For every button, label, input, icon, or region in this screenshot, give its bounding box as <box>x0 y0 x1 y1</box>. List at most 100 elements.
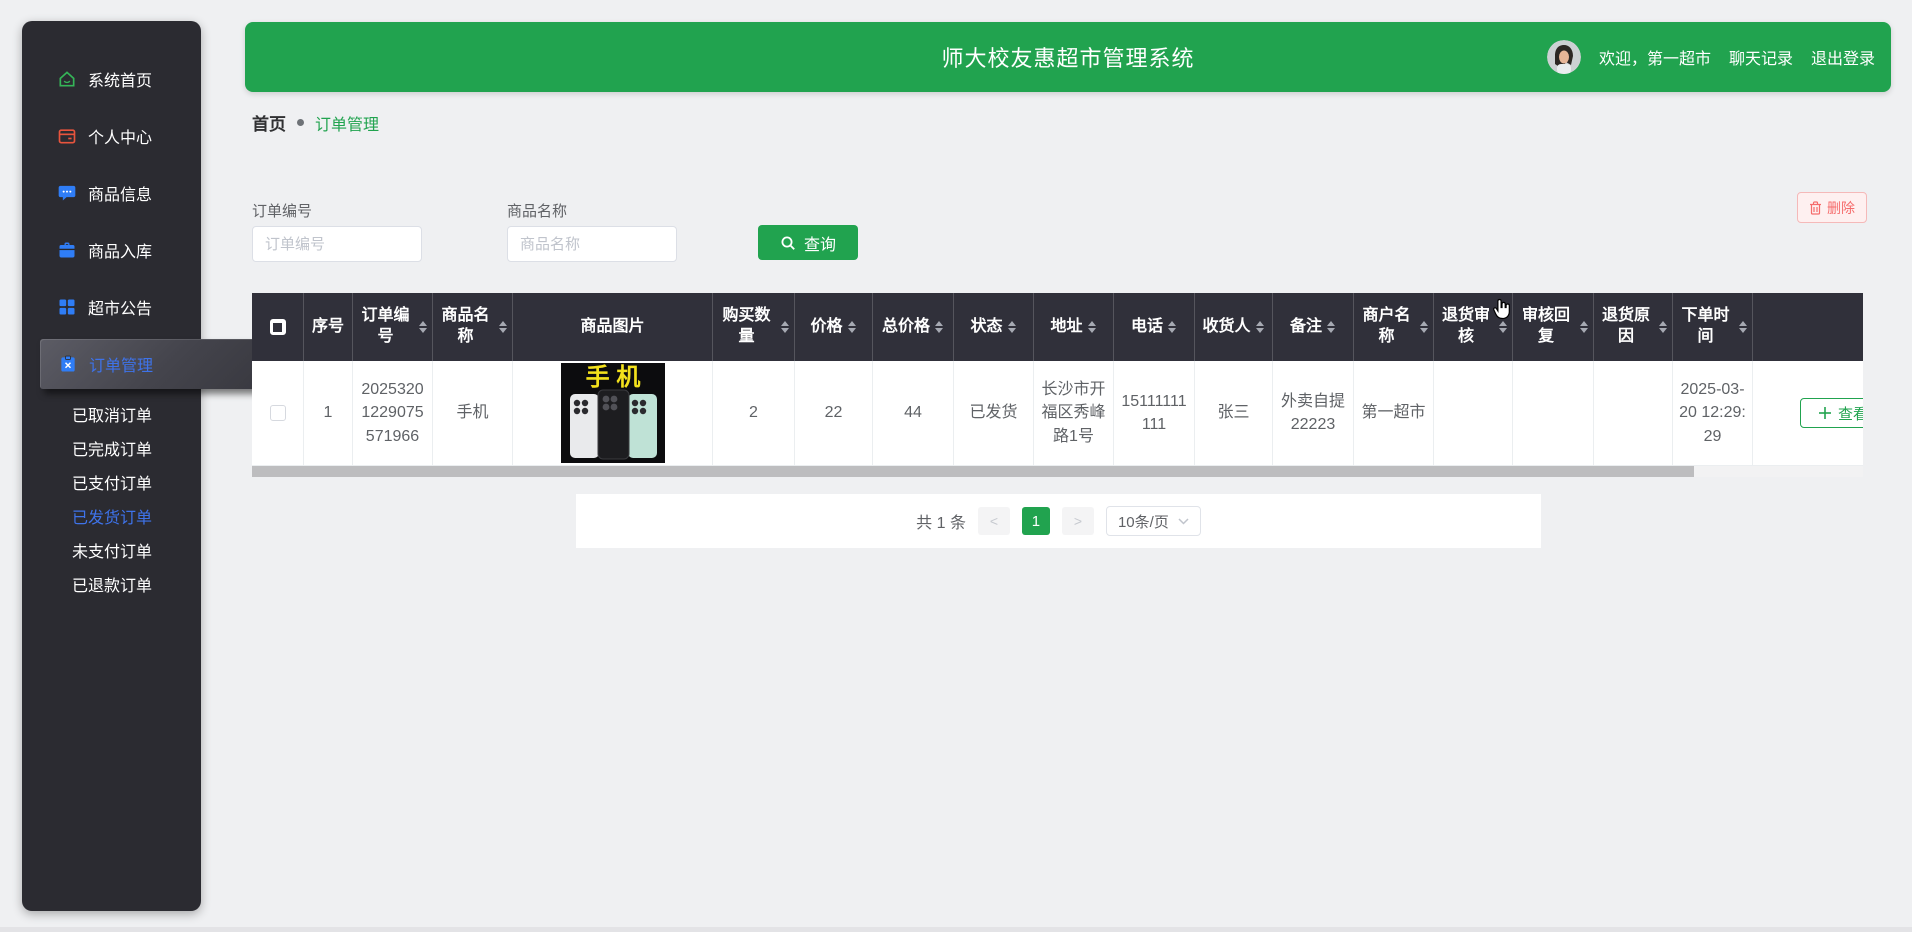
search-button-label: 查询 <box>804 231 836 255</box>
column-header-9[interactable]: 电话 <box>1114 293 1195 361</box>
column-header-6[interactable]: 总价格 <box>873 293 954 361</box>
column-label: 状态 <box>970 317 1002 338</box>
sort-caret-icon[interactable] <box>1739 321 1748 333</box>
logout-link[interactable]: 退出登录 <box>1811 45 1875 69</box>
sidebar-item-label: 订单管理 <box>89 352 153 376</box>
sort-caret-icon[interactable] <box>1499 321 1508 333</box>
column-label: 购买数量 <box>717 306 776 348</box>
sidebar-item-label: 商品入库 <box>88 238 152 262</box>
sort-caret-icon[interactable] <box>781 321 790 333</box>
sort-caret-icon[interactable] <box>1420 321 1429 333</box>
horizontal-scrollbar <box>252 466 1863 477</box>
sort-caret-icon[interactable] <box>419 321 428 333</box>
column-label: 地址 <box>1050 317 1082 338</box>
sidebar-item-product-info[interactable]: 商品信息 <box>22 164 201 221</box>
table-header-checkbox-cell <box>252 293 304 361</box>
page-1-button[interactable]: 1 <box>1022 507 1050 535</box>
column-header-4[interactable]: 购买数量 <box>713 293 795 361</box>
orders-submenu: 已取消订单已完成订单已支付订单已发货订单未支付订单已退款订单 <box>22 397 201 601</box>
sort-caret-icon[interactable] <box>1168 321 1177 333</box>
grid-icon <box>57 297 77 317</box>
cell-order-no: 20253201229075571966 <box>353 361 433 465</box>
submenu-item-refunded[interactable]: 已退款订单 <box>22 567 201 601</box>
header-right: 欢迎，第一超市 聊天记录 退出登录 <box>1547 22 1875 92</box>
column-label: 备注 <box>1290 317 1322 338</box>
select-all-checkbox[interactable] <box>270 319 286 335</box>
cell-product-name: 手机 <box>433 361 513 465</box>
page-size-value: 10条/页 <box>1118 511 1169 532</box>
view-button[interactable]: 查看 <box>1800 398 1863 428</box>
sort-caret-icon[interactable] <box>1659 321 1668 333</box>
cell-total-price: 44 <box>873 361 954 465</box>
sidebar-item-label: 系统首页 <box>88 67 152 91</box>
column-label: 订单编号 <box>357 306 414 348</box>
total-count-text: 共 1 条 <box>916 509 966 533</box>
column-header-8[interactable]: 地址 <box>1034 293 1114 361</box>
submenu-item-unpaid[interactable]: 未支付订单 <box>22 533 201 567</box>
column-header-12[interactable]: 商户名称 <box>1354 293 1434 361</box>
cell-receiver: 张三 <box>1195 361 1273 465</box>
column-header-7[interactable]: 状态 <box>954 293 1034 361</box>
column-header-15[interactable]: 退货原因 <box>1594 293 1673 361</box>
sidebar-item-home[interactable]: 系统首页 <box>22 50 201 107</box>
cell-phone: 15111111111 <box>1114 361 1195 465</box>
cell-address: 长沙市开福区秀峰路1号 <box>1034 361 1114 465</box>
cell-actions: 查看 <box>1753 361 1863 465</box>
submenu-item-shipped[interactable]: 已发货订单 <box>22 499 201 533</box>
horizontal-scrollbar-thumb[interactable] <box>252 466 1694 477</box>
cell-order-time: 2025-03-20 12:29:29 <box>1673 361 1753 465</box>
submenu-item-cancelled[interactable]: 已取消订单 <box>22 397 201 431</box>
column-header-1[interactable]: 订单编号 <box>353 293 433 361</box>
chat-history-link[interactable]: 聊天记录 <box>1729 45 1793 69</box>
sort-caret-icon[interactable] <box>499 321 508 333</box>
cell-product-image: 手 机 <box>513 361 713 465</box>
page-size-select[interactable]: 10条/页 <box>1106 506 1201 536</box>
sidebar-item-label: 个人中心 <box>88 124 152 148</box>
submenu-item-paid[interactable]: 已支付订单 <box>22 465 201 499</box>
column-label: 退货原因 <box>1598 306 1654 348</box>
column-header-actions <box>1753 293 1863 361</box>
product-image: 手 机 <box>561 363 665 463</box>
trash-icon <box>1809 201 1822 215</box>
product-name-input[interactable] <box>507 226 677 262</box>
column-label: 下单时间 <box>1677 306 1734 348</box>
sidebar-item-product-stock[interactable]: 商品入库 <box>22 221 201 278</box>
sort-caret-icon[interactable] <box>935 321 944 333</box>
column-header-14[interactable]: 审核回复 <box>1513 293 1594 361</box>
chevron-down-icon <box>1178 518 1189 525</box>
breadcrumb-home[interactable]: 首页 <box>252 110 286 135</box>
prev-page-button[interactable]: < <box>978 507 1010 535</box>
sidebar-item-orders[interactable]: 订单管理 <box>40 339 270 389</box>
column-header-10[interactable]: 收货人 <box>1195 293 1273 361</box>
row-checkbox[interactable] <box>270 405 286 421</box>
next-page-button[interactable]: > <box>1062 507 1094 535</box>
column-header-16[interactable]: 下单时间 <box>1673 293 1753 361</box>
column-header-11[interactable]: 备注 <box>1273 293 1354 361</box>
column-header-13[interactable]: 退货审核 <box>1434 293 1513 361</box>
welcome-text: 欢迎，第一超市 <box>1599 45 1711 69</box>
column-header-0: 序号 <box>304 293 353 361</box>
view-button-label: 查看 <box>1838 403 1863 424</box>
bottom-edge <box>0 927 1912 932</box>
search-button[interactable]: 查询 <box>758 225 858 260</box>
sidebar-item-label: 商品信息 <box>88 181 152 205</box>
plus-icon <box>1818 406 1832 420</box>
sort-caret-icon[interactable] <box>1008 321 1017 333</box>
column-header-2[interactable]: 商品名称 <box>433 293 513 361</box>
sort-caret-icon[interactable] <box>1088 321 1097 333</box>
cell-audit-reply <box>1513 361 1594 465</box>
sidebar-item-profile[interactable]: 个人中心 <box>22 107 201 164</box>
sidebar-item-notice[interactable]: 超市公告 <box>22 278 201 335</box>
delete-button[interactable]: 删除 <box>1797 192 1867 223</box>
sort-caret-icon[interactable] <box>1256 321 1265 333</box>
sort-caret-icon[interactable] <box>1327 321 1336 333</box>
cell-status: 已发货 <box>954 361 1034 465</box>
cell-remark: 外卖自提22223 <box>1273 361 1354 465</box>
submenu-item-completed[interactable]: 已完成订单 <box>22 431 201 465</box>
column-header-5[interactable]: 价格 <box>795 293 873 361</box>
cell-return-reason <box>1594 361 1673 465</box>
sort-caret-icon[interactable] <box>1580 321 1589 333</box>
order-no-input[interactable] <box>252 226 422 262</box>
sort-caret-icon[interactable] <box>848 321 857 333</box>
column-label: 价格 <box>810 317 842 338</box>
